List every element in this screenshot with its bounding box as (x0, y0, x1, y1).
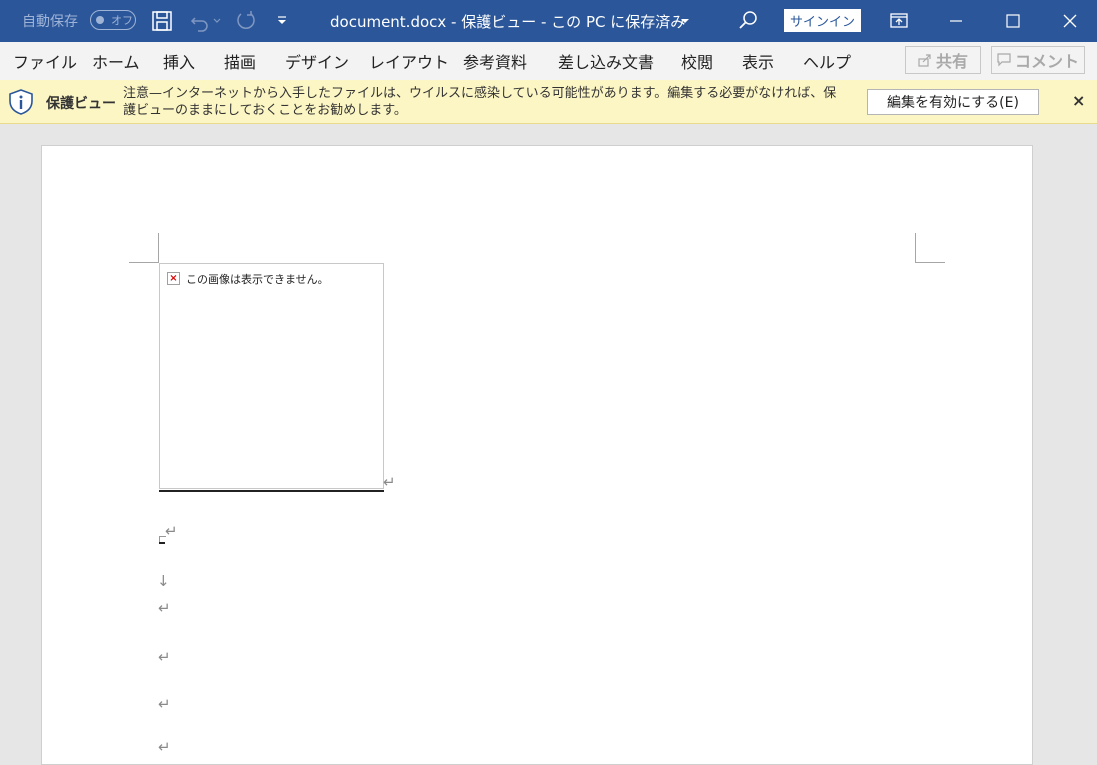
tab-mailings[interactable]: 差し込み文書 (558, 42, 654, 80)
crop-mark-left-horizontal (129, 262, 159, 263)
paragraph-mark: ↵ (158, 599, 171, 617)
paragraph-mark: ↵ (383, 473, 396, 491)
minimize-icon[interactable] (936, 0, 976, 42)
crop-mark-right-horizontal (915, 262, 945, 263)
title-dropdown-icon[interactable] (668, 0, 702, 42)
autosave-toggle-text: オフ (111, 14, 133, 27)
redo-icon[interactable] (226, 0, 266, 42)
paragraph-mark: ↵ (158, 738, 171, 756)
protected-view-title: 保護ビュー (46, 96, 116, 112)
comment-icon (997, 53, 1011, 67)
comment-button[interactable]: コメント (991, 46, 1085, 74)
tab-review[interactable]: 校閲 (681, 42, 713, 80)
document-title: document.docx - 保護ビュー - この PC に保存済み (330, 12, 686, 31)
share-button[interactable]: 共有 (905, 46, 981, 74)
enable-editing-button[interactable]: 編集を有効にする(E) (867, 89, 1039, 115)
search-icon[interactable] (728, 0, 768, 42)
signin-button[interactable]: サインイン (784, 9, 861, 32)
close-bar-icon[interactable]: × (1072, 91, 1085, 110)
crop-mark-left-vertical (158, 233, 159, 263)
paragraph-mark: ↵ (165, 522, 178, 540)
autosave-toggle[interactable]: オフ (90, 10, 136, 30)
maximize-icon[interactable] (993, 0, 1033, 42)
shield-info-icon (9, 89, 33, 115)
tab-design[interactable]: デザイン (285, 42, 349, 80)
ribbon-display-options-icon[interactable] (879, 0, 919, 42)
image-underline (159, 490, 384, 492)
ribbon-tabs: ファイル ホーム 挿入 描画 デザイン レイアウト 参考資料 差し込み文書 校閲… (0, 42, 1097, 80)
customize-toolbar-icon[interactable] (262, 0, 302, 42)
undo-dropdown-icon[interactable] (207, 0, 227, 42)
tab-references[interactable]: 参考資料 (463, 42, 527, 80)
close-window-icon[interactable] (1050, 0, 1090, 42)
toggle-knob (96, 16, 104, 24)
protected-view-bar: 保護ビュー 注意—インターネットから入手したファイルは、ウイルスに感染している可… (0, 80, 1097, 124)
broken-image-icon: × (167, 272, 180, 285)
cursor-mark (159, 542, 165, 544)
comment-label: コメント (1014, 52, 1079, 71)
paragraph-mark: ↵ (158, 648, 171, 666)
line-break-mark: ↓ (157, 572, 170, 590)
crop-mark-right-vertical (915, 233, 916, 263)
save-icon[interactable] (142, 0, 182, 42)
tab-insert[interactable]: 挿入 (163, 42, 195, 80)
tab-home[interactable]: ホーム (92, 42, 140, 80)
title-bar: 自動保存 オフ document.docx - 保護ビュー - この PC に保… (0, 0, 1097, 42)
paragraph-mark: ↵ (158, 695, 171, 713)
tab-layout[interactable]: レイアウト (369, 42, 449, 80)
protected-view-message: 注意—インターネットから入手したファイルは、ウイルスに感染している可能性がありま… (123, 86, 837, 118)
autosave-label: 自動保存 (22, 14, 78, 30)
tab-file[interactable]: ファイル (13, 42, 77, 80)
tab-help[interactable]: ヘルプ (803, 42, 851, 80)
share-label: 共有 (935, 52, 968, 71)
image-error-text: この画像は表示できません。 (186, 273, 329, 286)
broken-image-placeholder[interactable]: × この画像は表示できません。 (159, 263, 384, 489)
share-icon (918, 54, 931, 67)
tab-draw[interactable]: 描画 (224, 42, 256, 80)
tab-view[interactable]: 表示 (742, 42, 774, 80)
